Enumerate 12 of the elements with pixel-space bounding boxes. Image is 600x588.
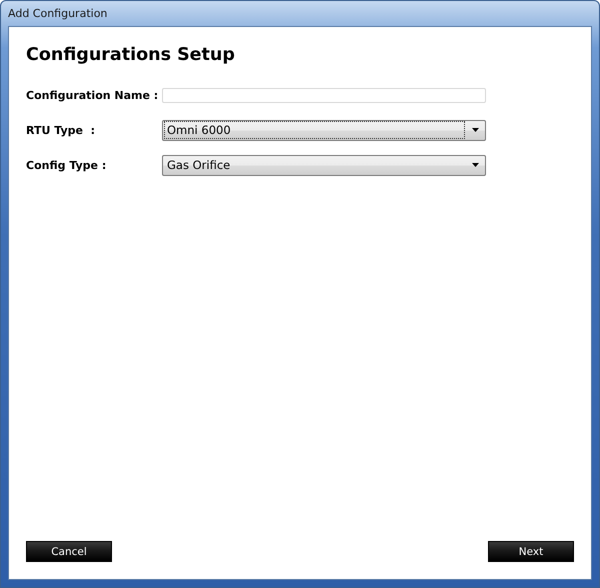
next-button[interactable]: Next bbox=[488, 541, 574, 562]
dropdown[interactable]: Gas Orifice bbox=[162, 154, 486, 176]
caret-icon bbox=[472, 128, 479, 132]
caret-icon bbox=[472, 163, 479, 167]
field-label: Config Type : bbox=[26, 158, 108, 172]
heading: Configurations Setup bbox=[26, 45, 236, 65]
dropdown[interactable]: Omni 6000 bbox=[162, 120, 486, 140]
window-title: Add Configuration bbox=[8, 7, 108, 20]
cancel-button[interactable]: Cancel bbox=[26, 541, 112, 562]
field-label: RTU Type : bbox=[26, 124, 96, 136]
input-field[interactable] bbox=[162, 88, 486, 102]
field-label: Configuration Name : bbox=[26, 88, 160, 102]
